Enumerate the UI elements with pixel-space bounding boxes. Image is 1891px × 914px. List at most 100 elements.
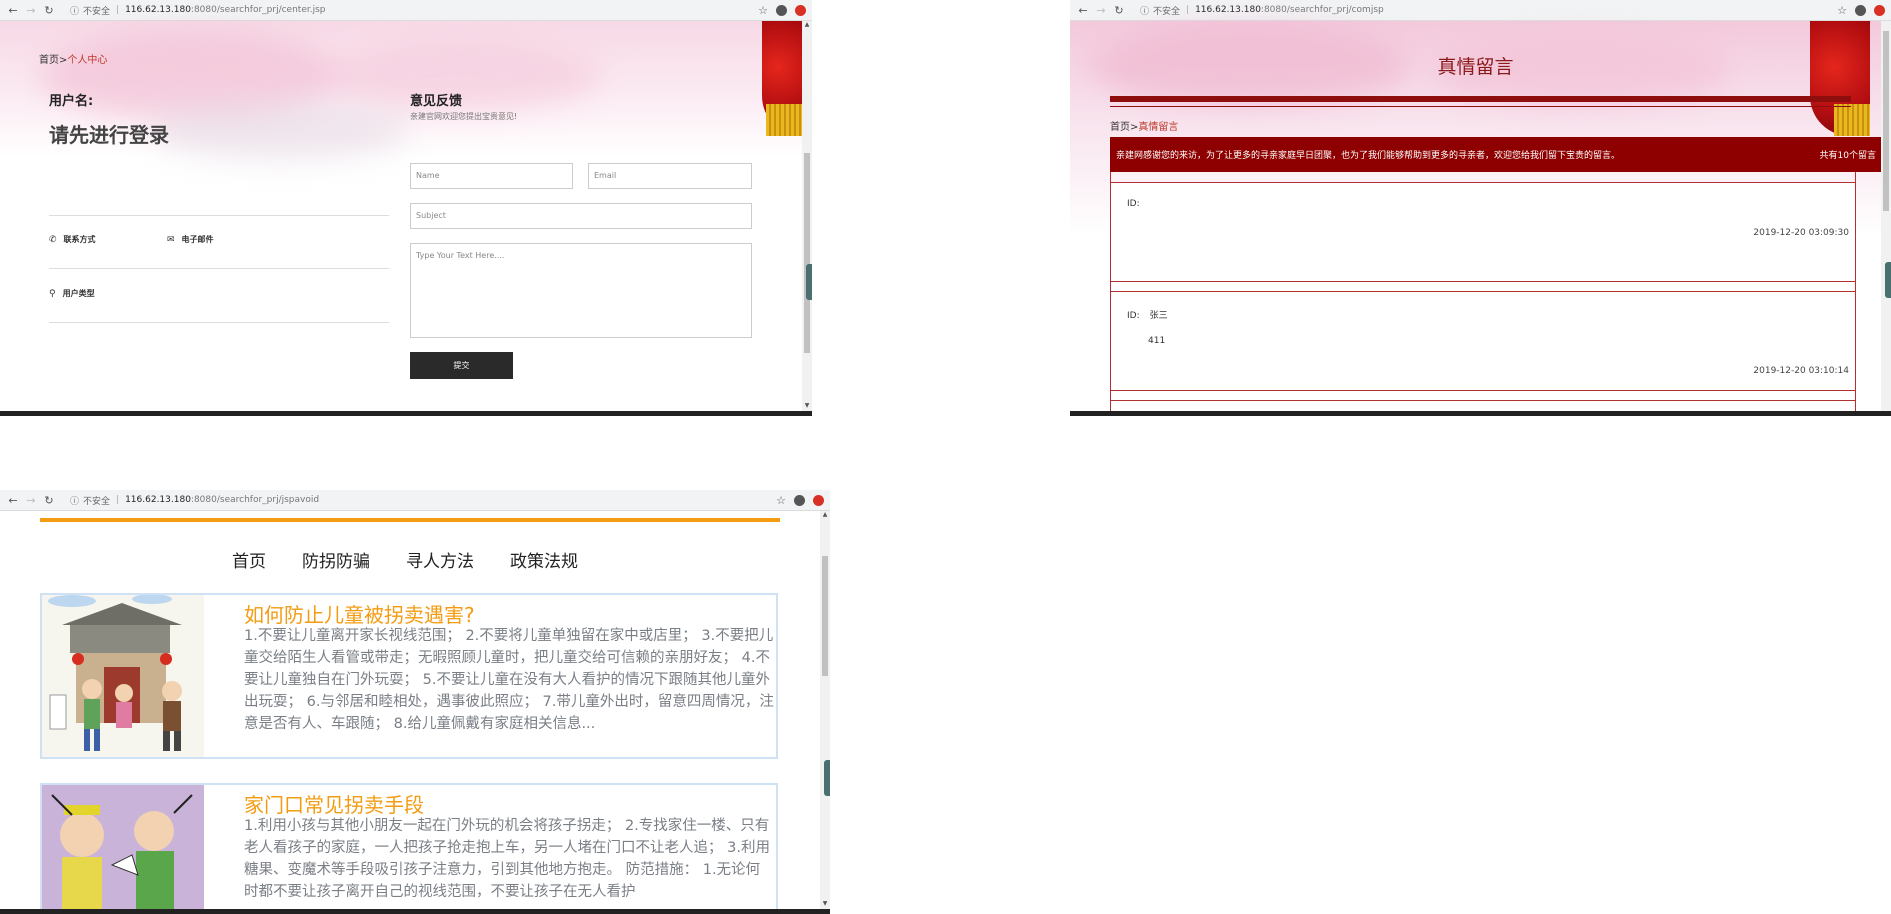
browser-toolbar: ← → ↻ ⓘ 不安全 | 116.62.13.180 :8080/search…: [0, 0, 812, 21]
breadcrumb-home[interactable]: 首页: [39, 55, 59, 66]
top-accent-bar: [40, 518, 780, 522]
title-bar-line: [1110, 106, 1851, 107]
side-handle[interactable]: [806, 264, 812, 300]
article-card[interactable]: 家门口常见拐卖手段 1.利用小孩与其他小朋友一起在门外玩的机会将孩子拐走； 2.…: [40, 783, 778, 914]
extension-icon[interactable]: [1874, 4, 1885, 16]
star-icon[interactable]: ☆: [776, 494, 786, 507]
breadcrumb: 首页>个人中心: [39, 51, 107, 66]
email-field[interactable]: Email: [588, 163, 752, 189]
message-card: ID: 张三 411 2019-12-20 03:10:14: [1110, 291, 1856, 391]
scroll-down-icon[interactable]: ▼: [802, 402, 812, 411]
reload-icon[interactable]: ↻: [1110, 4, 1128, 17]
taskbar-strip: [0, 909, 830, 914]
scrollbar[interactable]: [1881, 21, 1891, 411]
scroll-up-icon[interactable]: ▲: [820, 511, 830, 520]
insecure-label: 不安全: [83, 496, 111, 507]
email-label: 电子邮件: [181, 235, 214, 244]
side-handle[interactable]: [824, 760, 830, 796]
usertype-label: 用户类型: [62, 289, 95, 298]
submit-button[interactable]: 提交: [410, 352, 513, 379]
divider: [49, 322, 389, 323]
account-icon[interactable]: [794, 494, 805, 506]
forward-icon[interactable]: →: [22, 4, 40, 17]
menu-item-policies[interactable]: 政策法规: [510, 547, 578, 572]
star-icon[interactable]: ☆: [1837, 4, 1847, 17]
message-id: ID:: [1127, 199, 1140, 209]
reload-icon[interactable]: ↻: [40, 4, 58, 17]
article-title[interactable]: 家门口常见拐卖手段: [244, 789, 424, 818]
address-bar[interactable]: ⓘ 不安全 | 116.62.13.180 :8080/searchfor_pr…: [64, 1, 759, 19]
address-bar[interactable]: ⓘ 不安全 | 116.62.13.180 :8080/searchfor_pr…: [1134, 1, 1838, 19]
scrollbar[interactable]: ▲ ▼: [802, 21, 812, 411]
url-host: 116.62.13.180: [125, 5, 191, 15]
forward-icon[interactable]: →: [22, 494, 40, 507]
breadcrumb: 首页>真情留言: [1110, 118, 1178, 133]
message-time: 2019-12-20 03:10:14: [1753, 366, 1849, 376]
message-card: ID: 2019-12-20 03:09:30: [1110, 182, 1856, 282]
browser-toolbar: ← → ↻ ⓘ 不安全 | 116.62.13.180 :8080/search…: [1070, 0, 1891, 21]
main-menu: 首页 防拐防骗 寻人方法 政策法规: [232, 547, 578, 572]
extension-icon[interactable]: [813, 494, 824, 506]
contact-label: 联系方式: [63, 235, 96, 244]
side-handle[interactable]: [1885, 262, 1891, 298]
star-icon[interactable]: ☆: [758, 4, 768, 17]
message-textarea[interactable]: Type Your Text Here....: [410, 243, 752, 338]
taskbar-strip: [1070, 411, 1891, 416]
article-card[interactable]: 如何防止儿童被拐卖遇害? 1.不要让儿童离开家长视线范围； 2.不要将儿童单独留…: [40, 593, 778, 759]
back-icon[interactable]: ←: [4, 4, 22, 17]
article-summary: 1.利用小孩与其他小朋友一起在门外玩的机会将孩子拐走； 2.专找家住一楼、只有老…: [244, 818, 770, 900]
back-icon[interactable]: ←: [4, 494, 22, 507]
scrollbar[interactable]: ▲ ▼: [820, 511, 830, 909]
insecure-label: 不安全: [1153, 6, 1181, 17]
url-host: 116.62.13.180: [1195, 5, 1261, 15]
scroll-down-icon[interactable]: ▼: [820, 900, 830, 909]
insecure-label: 不安全: [83, 6, 111, 17]
account-icon[interactable]: [776, 4, 787, 16]
message-text: 411: [1148, 336, 1166, 346]
forward-icon[interactable]: →: [1092, 4, 1110, 17]
back-icon[interactable]: ←: [1074, 4, 1092, 17]
subject-field[interactable]: Subject: [410, 203, 752, 229]
extension-icon[interactable]: [795, 4, 806, 16]
message-author: 张三: [1149, 311, 1168, 321]
scrollbar-thumb[interactable]: [1883, 31, 1889, 211]
breadcrumb-current[interactable]: 个人中心: [67, 55, 107, 66]
usertype-info: ⚲ 用户类型: [49, 288, 95, 299]
taskbar-strip: [0, 411, 812, 416]
article-image[interactable]: [42, 785, 204, 914]
url-separator: |: [116, 495, 120, 505]
url-separator: |: [116, 5, 120, 15]
username-label: 用户名:: [49, 94, 94, 109]
phone-icon: ✆: [49, 234, 57, 245]
info-icon[interactable]: ⓘ: [70, 4, 79, 17]
scroll-up-icon[interactable]: ▲: [802, 21, 812, 30]
page-title: 真情留言: [1437, 56, 1514, 78]
scrollbar-thumb[interactable]: [804, 153, 810, 353]
mail-icon: ✉: [167, 234, 175, 245]
info-icon[interactable]: ⓘ: [70, 494, 79, 507]
browser-window-articles: ← → ↻ ⓘ 不安全 | 116.62.13.180 :8080/search…: [0, 490, 830, 914]
message-count: 共有10个留言: [1819, 151, 1876, 161]
breadcrumb-home[interactable]: 首页: [1110, 122, 1130, 133]
menu-item-anti-trafficking[interactable]: 防拐防骗: [302, 547, 370, 572]
menu-item-home[interactable]: 首页: [232, 547, 266, 572]
banner-text: 亲建网感谢您的来访，为了让更多的寻亲家庭早日团聚，也为了我们能够帮助到更多的寻亲…: [1116, 151, 1621, 161]
scrollbar-thumb[interactable]: [822, 556, 828, 676]
reload-icon[interactable]: ↻: [40, 494, 58, 507]
mist-decoration: [150, 101, 410, 161]
message-time: 2019-12-20 03:09:30: [1753, 228, 1849, 238]
name-field[interactable]: Name: [410, 163, 573, 189]
login-prompt: 请先进行登录: [49, 123, 169, 147]
address-bar[interactable]: ⓘ 不安全 | 116.62.13.180 :8080/searchfor_pr…: [64, 491, 777, 509]
url-separator: |: [1186, 5, 1190, 15]
location-icon: ⚲: [49, 288, 56, 299]
menu-item-search-methods[interactable]: 寻人方法: [406, 547, 474, 572]
message-banner: 亲建网感谢您的来访，为了让更多的寻亲家庭早日团聚，也为了我们能够帮助到更多的寻亲…: [1110, 137, 1881, 172]
info-icon[interactable]: ⓘ: [1140, 4, 1149, 17]
article-title[interactable]: 如何防止儿童被拐卖遇害?: [244, 599, 475, 628]
breadcrumb-current[interactable]: 真情留言: [1138, 122, 1178, 133]
account-icon[interactable]: [1855, 4, 1866, 16]
title-bar-line: [1110, 96, 1851, 102]
url-path: :8080/searchfor_prj/jspavoid: [190, 495, 320, 505]
article-image[interactable]: [42, 595, 204, 757]
